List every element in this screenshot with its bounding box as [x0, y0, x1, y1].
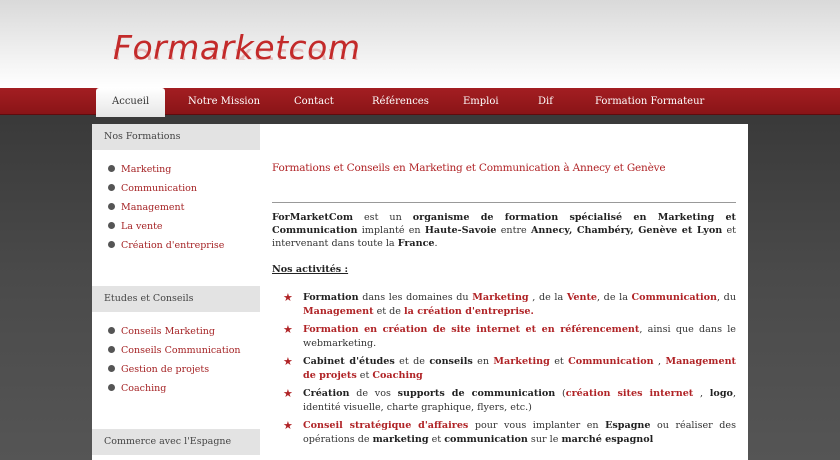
star-icon: ★	[283, 291, 293, 304]
sidebar-item-communication[interactable]: Communication	[92, 179, 260, 198]
main-nav: Accueil Notre Mission Contact Références…	[0, 88, 840, 117]
link-creation-entreprise[interactable]: la création d'entreprise.	[404, 306, 534, 317]
link-communication[interactable]: Communication	[632, 292, 717, 303]
link-management[interactable]: Management	[303, 306, 374, 317]
sidebar-item-conseils-communication[interactable]: Conseils Communication	[92, 341, 260, 360]
link-creation-sites[interactable]: création sites internet	[566, 388, 693, 399]
divider	[272, 202, 736, 203]
nav-formation-formateur[interactable]: Formation Formateur	[595, 88, 704, 115]
site-logo-reflection: Formarketcom	[113, 40, 361, 60]
nav-notre-mission[interactable]: Notre Mission	[188, 88, 260, 115]
main-content: Formations et Conseils en Marketing et C…	[272, 124, 736, 460]
list-item: ★ Formation en création de site internet…	[283, 323, 736, 349]
bullet-icon	[108, 346, 115, 353]
bullet-icon	[108, 365, 115, 372]
sidebar-heading-espagne: Commerce avec l'Espagne	[92, 429, 260, 455]
sidebar-heading-formations: Nos Formations	[92, 124, 260, 150]
link-marketing[interactable]: Marketing	[472, 292, 528, 303]
page-title: Formations et Conseils en Marketing et C…	[272, 162, 666, 174]
list-item: ★ Formation dans les domaines du Marketi…	[283, 291, 736, 317]
sidebar-list-formations: Marketing Communication Management La ve…	[92, 150, 260, 286]
nav-dif[interactable]: Dif	[538, 88, 553, 115]
sidebar-item-conseils-marketing[interactable]: Conseils Marketing	[92, 322, 260, 341]
sidebar-item-gestion-projets[interactable]: Gestion de projets	[92, 360, 260, 379]
link-etudes-marketing[interactable]: Marketing	[493, 356, 549, 367]
nav-contact[interactable]: Contact	[294, 88, 334, 115]
bullet-icon	[108, 327, 115, 334]
bullet-icon	[108, 384, 115, 391]
list-item: ★ Conseil stratégique d'affaires pour vo…	[283, 419, 737, 445]
sidebar-item-la-vente[interactable]: La vente	[92, 217, 260, 236]
star-icon: ★	[283, 355, 293, 368]
activities-heading: Nos activités :	[272, 264, 349, 275]
link-conseil-strategique[interactable]: Conseil stratégique d'affaires	[303, 420, 468, 431]
list-item: ★ Création de vos supports de communicat…	[283, 387, 736, 413]
bullet-icon	[108, 222, 115, 229]
sidebar-heading-etudes: Etudes et Conseils	[92, 286, 260, 312]
sidebar-item-marketing[interactable]: Marketing	[92, 160, 260, 179]
sidebar-item-coaching[interactable]: Coaching	[92, 379, 260, 398]
nav-references[interactable]: Références	[372, 88, 429, 115]
sidebar-list-etudes: Conseils Marketing Conseils Communicatio…	[92, 312, 260, 429]
list-item: ★ Cabinet d'études et de conseils en Mar…	[283, 355, 736, 381]
star-icon: ★	[283, 419, 293, 432]
nav-emploi[interactable]: Emploi	[463, 88, 499, 115]
nav-accueil[interactable]: Accueil	[96, 88, 166, 117]
site-header: Formarketcom Formarketcom	[0, 0, 840, 88]
bullet-icon	[108, 203, 115, 210]
star-icon: ★	[283, 323, 293, 336]
link-vente[interactable]: Vente	[567, 292, 597, 303]
star-icon: ★	[283, 387, 293, 400]
sidebar-item-management[interactable]: Management	[92, 198, 260, 217]
sidebar: Nos Formations Marketing Communication M…	[92, 124, 260, 460]
sidebar-list-espagne	[92, 455, 260, 460]
intro-paragraph: ForMarketCom est un organisme de formati…	[272, 212, 737, 249]
link-etudes-communication[interactable]: Communication	[568, 356, 653, 367]
bullet-icon	[108, 165, 115, 172]
bullet-icon	[108, 241, 115, 248]
link-formation-site-internet[interactable]: Formation en création de site internet e…	[303, 324, 639, 335]
sidebar-item-creation-entreprise[interactable]: Création d'entreprise	[92, 236, 260, 255]
activities-list: ★ Formation dans les domaines du Marketi…	[272, 291, 736, 451]
bullet-icon	[108, 184, 115, 191]
link-coaching[interactable]: Coaching	[372, 370, 422, 381]
